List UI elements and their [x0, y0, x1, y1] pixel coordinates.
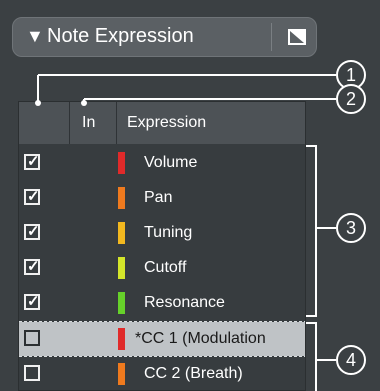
callout-3: 3 — [336, 213, 366, 243]
callout-lines — [35, 74, 336, 391]
callout-4: 4 — [336, 345, 366, 375]
callout-2: 2 — [336, 84, 366, 114]
